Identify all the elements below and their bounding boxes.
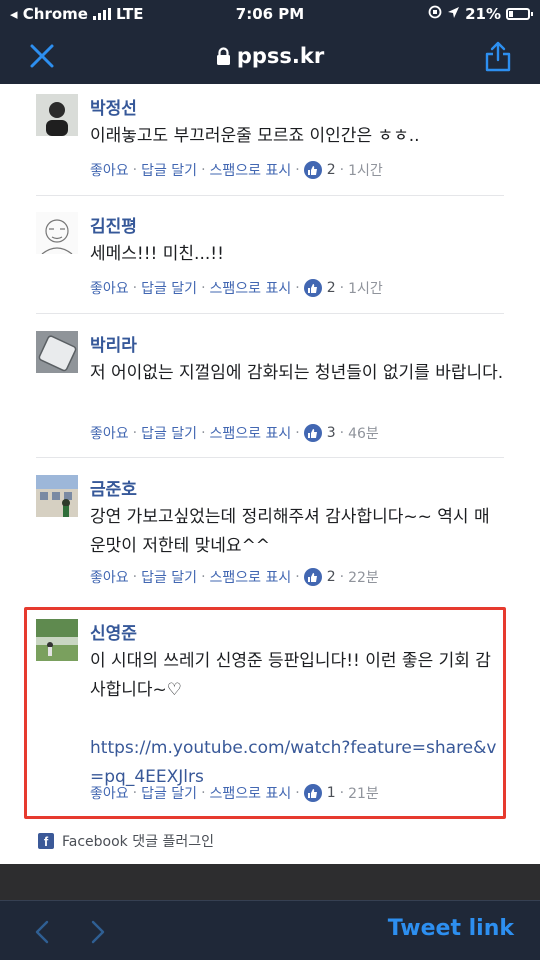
browser-navbar: ppss.kr [0, 30, 540, 84]
like-count: 2 [326, 162, 336, 178]
like-link[interactable]: 좋아요 [90, 278, 129, 298]
back-button[interactable] [32, 919, 52, 945]
thumbs-up-icon [303, 784, 322, 802]
comment-meta: 좋아요 · 답글 달기 · 스팸으로 표시 · 2 · 22분 [90, 567, 379, 587]
location-icon [447, 5, 460, 23]
reply-link[interactable]: 답글 달기 [141, 160, 197, 180]
facebook-plugin-link[interactable]: f Facebook 댓글 플러그인 [38, 831, 214, 851]
reply-link[interactable]: 답글 달기 [141, 423, 197, 443]
comment-author[interactable]: 박리라 [90, 331, 137, 356]
comment-meta: 좋아요 · 답글 달기 · 스팸으로 표시 · 2 · 1시간 [90, 278, 383, 298]
comments-page: 박정선 이래놓고도 부끄러운줄 모르죠 이인간은 ㅎㅎ.. 좋아요 · 답글 달… [0, 84, 540, 864]
facebook-plugin-label: Facebook 댓글 플러그인 [62, 834, 214, 850]
avatar[interactable] [36, 619, 78, 661]
comment-item: 박정선 이래놓고도 부끄러운줄 모르죠 이인간은 ㅎㅎ.. 좋아요 · 답글 달… [36, 92, 504, 187]
battery-icon [506, 8, 533, 20]
like-link[interactable]: 좋아요 [90, 567, 129, 587]
comment-text: 저 어이없는 지껄임에 감화되는 청년들이 없기를 바랍니다. [90, 363, 504, 383]
comment-text: 이래놓고도 부끄러운줄 모르죠 이인간은 ㅎㅎ.. [90, 126, 420, 146]
comment-item: 박리라 저 어이없는 지껄임에 감화되는 청년들이 없기를 바랍니다. 좋아요 … [36, 329, 504, 454]
comment-item: 금준호 강연 가보고싶었는데 정리해주셔 감사합니다~~ 역시 매운맛이 저한테… [36, 473, 504, 598]
bottom-toolbar: Tweet link [0, 900, 540, 960]
spam-link[interactable]: 스팸으로 표시 [210, 278, 292, 298]
reply-link[interactable]: 답글 달기 [141, 783, 197, 803]
tweet-link-button[interactable]: Tweet link [388, 916, 514, 941]
lock-icon [216, 46, 231, 70]
divider [36, 457, 504, 458]
share-button[interactable] [484, 40, 512, 72]
like-link[interactable]: 좋아요 [90, 783, 129, 803]
status-bar: ◂ Chrome LTE 7:06 PM 21% [0, 0, 540, 30]
avatar[interactable] [36, 94, 78, 136]
divider [36, 313, 504, 314]
rotation-lock-icon [428, 5, 442, 23]
like-link[interactable]: 좋아요 [90, 423, 129, 443]
spam-link[interactable]: 스팸으로 표시 [210, 160, 292, 180]
comment-time[interactable]: 22분 [348, 567, 379, 587]
comment-item: 김진평 세메스!!! 미친...!! 좋아요 · 답글 달기 · 스팸으로 표시… [36, 210, 504, 305]
comment-author[interactable]: 금준호 [90, 475, 137, 500]
comment-author[interactable]: 박정선 [90, 94, 137, 119]
avatar[interactable] [36, 212, 78, 254]
spam-link[interactable]: 스팸으로 표시 [210, 423, 292, 443]
url-display[interactable]: ppss.kr [0, 44, 540, 70]
comment-text: 강연 가보고싶었는데 정리해주셔 감사합니다~~ 역시 매운맛이 저한테 맞네요… [90, 507, 490, 556]
comment-meta: 좋아요 · 답글 달기 · 스팸으로 표시 · 3 · 46분 [90, 423, 379, 443]
comment-time[interactable]: 21분 [348, 783, 379, 803]
like-count: 3 [326, 425, 336, 441]
thumbs-up-icon [303, 161, 322, 179]
comment-item: 신영준 이 시대의 쓰레기 신영준 등판입니다!! 이런 좋은 기회 감사합니다… [36, 617, 504, 812]
comment-meta: 좋아요 · 답글 달기 · 스팸으로 표시 · 1 · 21분 [90, 783, 379, 803]
spam-link[interactable]: 스팸으로 표시 [210, 783, 292, 803]
facebook-icon: f [38, 833, 54, 849]
like-count: 1 [326, 785, 336, 801]
reply-link[interactable]: 답글 달기 [141, 278, 197, 298]
divider [36, 195, 504, 196]
comment-time[interactable]: 1시간 [348, 160, 383, 180]
like-count: 2 [326, 280, 336, 296]
url-text: ppss.kr [236, 44, 325, 68]
comment-author[interactable]: 김진평 [90, 212, 137, 237]
comment-author[interactable]: 신영준 [90, 619, 137, 644]
thumbs-up-icon [303, 424, 322, 442]
thumbs-up-icon [303, 279, 322, 297]
spam-link[interactable]: 스팸으로 표시 [210, 567, 292, 587]
comment-body: 이 시대의 쓰레기 신영준 등판입니다!! 이런 좋은 기회 감사합니다~♡ [90, 651, 491, 700]
battery-percent: 21% [465, 5, 501, 23]
avatar[interactable] [36, 331, 78, 373]
avatar[interactable] [36, 475, 78, 517]
chevron-left-icon [35, 920, 49, 944]
thumbs-up-icon [303, 568, 322, 586]
share-icon [485, 41, 511, 72]
page-bottom-gap [0, 864, 540, 900]
reply-link[interactable]: 답글 달기 [141, 567, 197, 587]
comment-time[interactable]: 46분 [348, 423, 379, 443]
chevron-right-icon [91, 920, 105, 944]
comment-time[interactable]: 1시간 [348, 278, 383, 298]
comment-text: 이 시대의 쓰레기 신영준 등판입니다!! 이런 좋은 기회 감사합니다~♡ h… [90, 647, 504, 792]
like-link[interactable]: 좋아요 [90, 160, 129, 180]
like-count: 2 [326, 569, 336, 585]
comment-text: 세메스!!! 미친...!! [90, 244, 224, 264]
comment-meta: 좋아요 · 답글 달기 · 스팸으로 표시 · 2 · 1시간 [90, 160, 383, 180]
forward-button[interactable] [88, 919, 108, 945]
